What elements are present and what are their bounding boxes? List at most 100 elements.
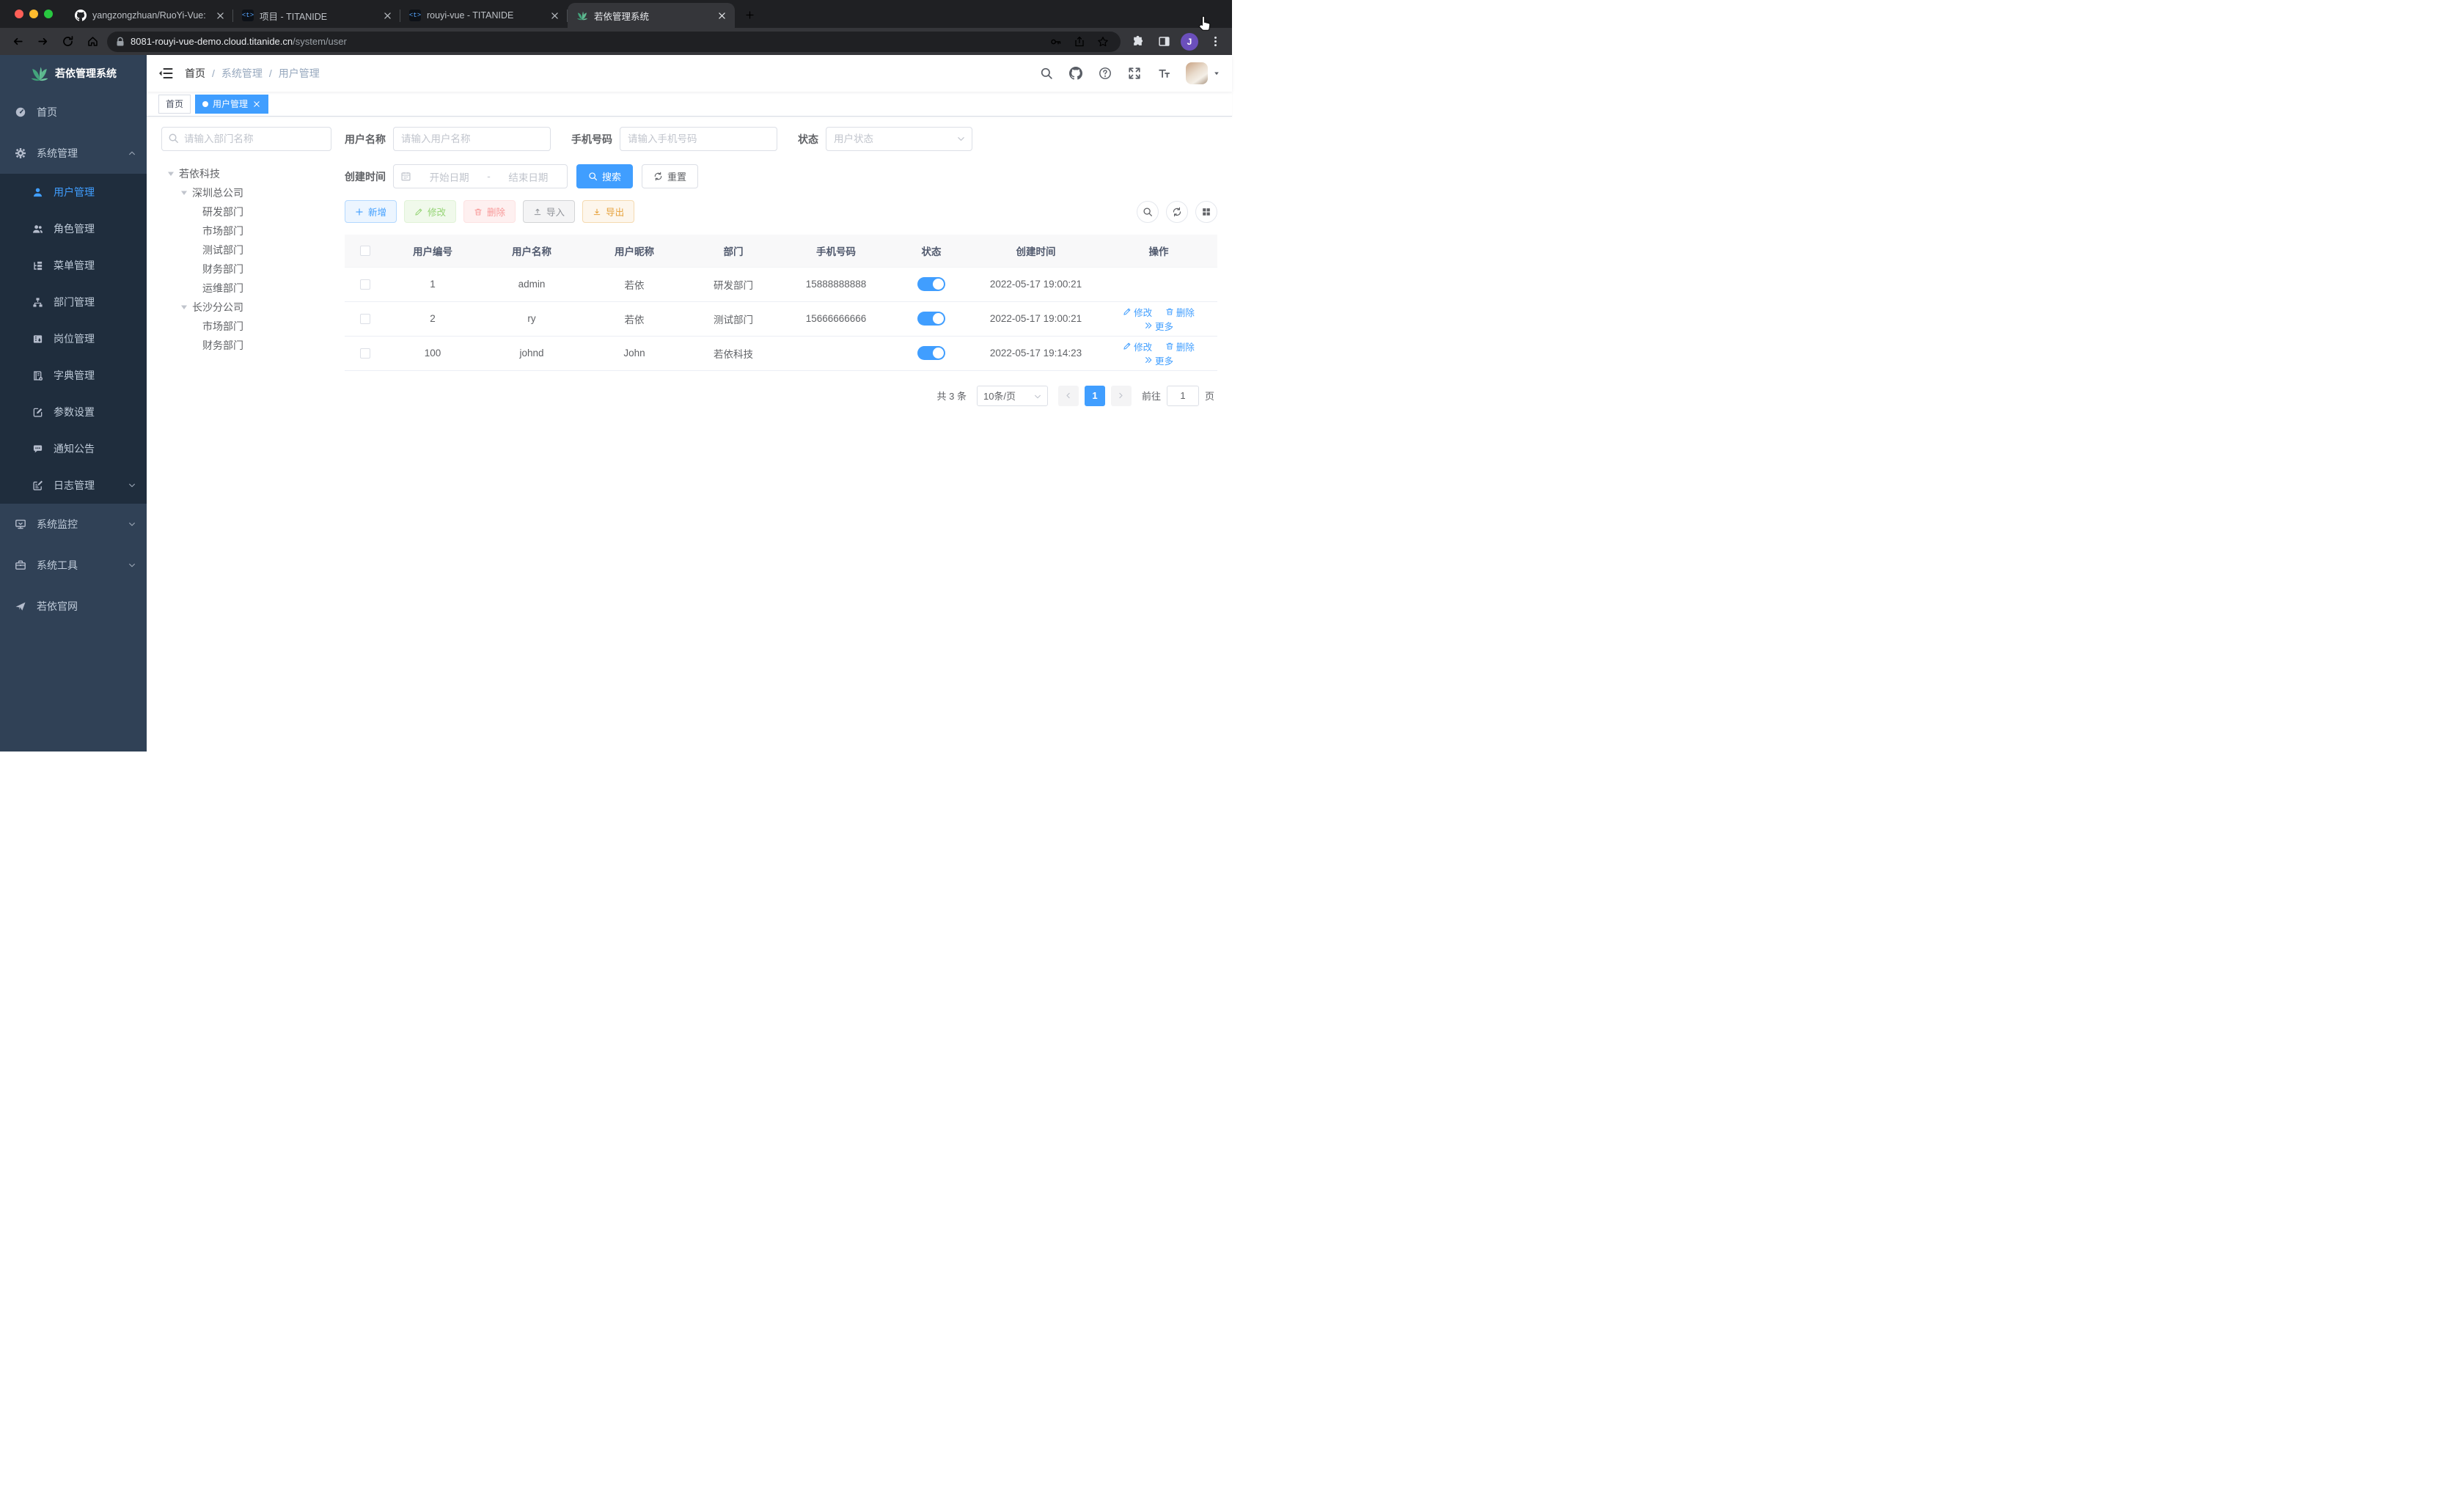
bookmark-star-icon[interactable] (1094, 33, 1112, 51)
row-more-link[interactable]: 更多 (1144, 353, 1173, 367)
sidebar-item-role-mgmt[interactable]: 角色管理 (0, 210, 147, 247)
next-page-button[interactable] (1110, 385, 1132, 406)
breadcrumb-system[interactable]: 系统管理 (221, 66, 263, 81)
share-icon[interactable] (1071, 33, 1088, 51)
caret-down-icon[interactable] (180, 304, 188, 311)
browser-profile-avatar[interactable]: J (1181, 32, 1198, 51)
sidebar-item-dept-mgmt[interactable]: 部门管理 (0, 284, 147, 320)
browser-menu-kebab-icon[interactable] (1206, 32, 1225, 51)
goto-page-input[interactable] (1166, 385, 1199, 406)
tag-close-icon[interactable] (252, 100, 261, 109)
sidebar-item-menu-mgmt[interactable]: 菜单管理 (0, 247, 147, 284)
header-search-icon[interactable] (1039, 66, 1054, 81)
status-toggle-on[interactable] (917, 277, 945, 291)
side-panel-icon[interactable] (1154, 32, 1173, 51)
export-button[interactable]: 导出 (582, 200, 635, 223)
tree-node-dept[interactable]: 市场部门 (161, 317, 331, 336)
maximize-window-button[interactable] (44, 10, 53, 18)
column-settings-button[interactable] (1195, 200, 1217, 223)
row-edit-link[interactable]: 修改 (1123, 339, 1152, 353)
edit-button[interactable]: 修改 (404, 200, 457, 223)
back-button[interactable] (7, 32, 28, 52)
caret-down-icon[interactable] (167, 170, 175, 177)
status-toggle-on[interactable] (917, 312, 945, 326)
prev-page-button[interactable] (1057, 385, 1079, 406)
reload-button[interactable] (57, 32, 78, 52)
close-window-button[interactable] (15, 10, 23, 18)
sidebar-item-official-site[interactable]: 若依官网 (0, 586, 147, 627)
row-checkbox[interactable] (359, 348, 370, 359)
password-key-icon[interactable] (1047, 33, 1065, 51)
help-question-icon[interactable] (1098, 66, 1112, 81)
browser-tab-titanide-project[interactable]: <t> 项目 - TITANIDE (233, 3, 400, 28)
reset-button[interactable]: 重置 (642, 164, 699, 188)
tree-node-company[interactable]: 深圳总公司 (161, 183, 331, 202)
refresh-table-button[interactable] (1166, 200, 1188, 223)
status-toggle-on[interactable] (917, 346, 945, 360)
browser-tab-ruoyi-active[interactable]: 若依管理系统 (568, 3, 735, 28)
row-delete-link[interactable]: 删除 (1165, 305, 1195, 319)
home-button[interactable] (82, 32, 103, 52)
delete-button[interactable]: 删除 (463, 200, 516, 223)
browser-tab-github[interactable]: yangzongzhuan/RuoYi-Vue: (Ru (66, 3, 233, 28)
tab-close-icon[interactable] (214, 10, 226, 21)
sidebar-fold-icon[interactable] (158, 66, 173, 81)
window-controls[interactable] (15, 10, 53, 18)
tree-node-dept[interactable]: 运维部门 (161, 279, 331, 298)
forward-button[interactable] (32, 32, 53, 52)
tab-close-icon[interactable] (716, 10, 727, 21)
table-row[interactable]: 100 johnd John 若依科技 2022-05-17 19:14:23 … (345, 336, 1217, 371)
browser-tab-rouyi-vue[interactable]: <t> rouyi-vue - TITANIDE (400, 3, 568, 28)
sidebar-item-notice[interactable]: 通知公告 (0, 430, 147, 467)
extensions-puzzle-icon[interactable] (1128, 32, 1147, 51)
sidebar-item-param-settings[interactable]: 参数设置 (0, 394, 147, 430)
table-row[interactable]: 1 admin 若依 研发部门 15888888888 2022-05-17 1… (345, 266, 1217, 302)
status-select[interactable] (826, 127, 972, 151)
tag-home[interactable]: 首页 (158, 94, 191, 114)
sidebar-item-system[interactable]: 系统管理 (0, 133, 147, 174)
breadcrumb-home[interactable]: 首页 (185, 66, 205, 81)
url-text[interactable]: 8081-rouyi-vue-demo.cloud.titanide.cn/sy… (131, 36, 1041, 47)
tree-node-dept[interactable]: 市场部门 (161, 221, 331, 240)
sidebar-item-tools[interactable]: 系统工具 (0, 545, 147, 586)
toggle-search-button[interactable] (1137, 200, 1159, 223)
user-avatar-menu[interactable] (1186, 62, 1220, 84)
tree-node-dept[interactable]: 研发部门 (161, 202, 331, 221)
tag-user-mgmt-active[interactable]: 用户管理 (195, 94, 269, 114)
sidebar-item-home[interactable]: 首页 (0, 92, 147, 133)
tree-node-dept[interactable]: 财务部门 (161, 336, 331, 355)
avatar[interactable] (1186, 62, 1208, 84)
tab-close-icon[interactable] (549, 10, 560, 21)
add-button[interactable]: 新增 (345, 200, 397, 223)
search-button[interactable]: 搜索 (576, 164, 634, 188)
dept-search-input[interactable] (161, 127, 331, 151)
row-edit-link[interactable]: 修改 (1123, 305, 1152, 319)
sidebar-item-user-mgmt[interactable]: 用户管理 (0, 174, 147, 210)
table-row[interactable]: 2 ry 若依 测试部门 15666666666 2022-05-17 19:0… (345, 301, 1217, 337)
tree-node-root[interactable]: 若依科技 (161, 164, 331, 183)
minimize-window-button[interactable] (29, 10, 38, 18)
import-button[interactable]: 导入 (523, 200, 576, 223)
row-delete-link[interactable]: 删除 (1165, 339, 1195, 353)
select-all-checkbox[interactable] (359, 246, 370, 257)
sidebar-item-log-mgmt[interactable]: 日志管理 (0, 467, 147, 504)
tree-node-branch[interactable]: 长沙分公司 (161, 298, 331, 317)
row-more-link[interactable]: 更多 (1144, 319, 1173, 333)
font-size-icon[interactable] (1156, 66, 1171, 81)
row-checkbox[interactable] (359, 314, 370, 325)
tree-node-dept[interactable]: 测试部门 (161, 240, 331, 260)
phone-input[interactable] (620, 127, 777, 151)
username-input[interactable] (393, 127, 551, 151)
github-icon[interactable] (1068, 66, 1083, 81)
caret-down-icon[interactable] (180, 189, 188, 196)
fullscreen-icon[interactable] (1127, 66, 1142, 81)
sidebar-item-dict-mgmt[interactable]: 字典管理 (0, 357, 147, 394)
page-1-button[interactable]: 1 (1084, 385, 1105, 406)
date-range-picker[interactable]: 开始日期 - 结束日期 (393, 164, 568, 188)
address-bar[interactable]: 8081-rouyi-vue-demo.cloud.titanide.cn/sy… (107, 31, 1121, 52)
tree-node-dept[interactable]: 财务部门 (161, 260, 331, 279)
row-checkbox[interactable] (359, 279, 370, 290)
tab-close-icon[interactable] (381, 10, 393, 21)
sidebar-item-post-mgmt[interactable]: 岗位管理 (0, 320, 147, 357)
app-logo[interactable]: 若依管理系统 (0, 55, 147, 92)
